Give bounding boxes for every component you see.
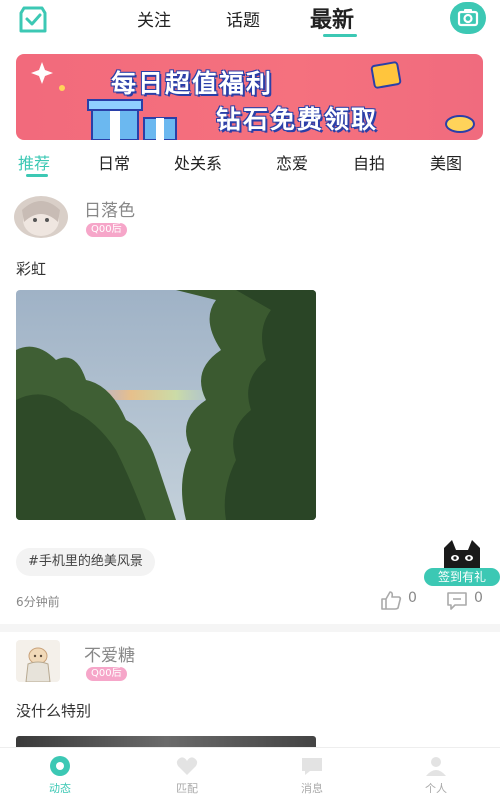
- camera-icon[interactable]: [450, 2, 486, 34]
- nav-profile[interactable]: 个人: [406, 748, 466, 800]
- profile-icon: [424, 754, 448, 778]
- tab-follow[interactable]: 关注: [137, 6, 171, 31]
- bottom-nav: 动态 匹配 消息 个人: [0, 748, 500, 800]
- category-pictures[interactable]: 美图: [430, 150, 462, 174]
- avatar[interactable]: [14, 196, 68, 238]
- post-image[interactable]: [16, 290, 316, 520]
- nav-label: 匹配: [176, 782, 198, 795]
- nav-match[interactable]: 匹配: [157, 748, 217, 800]
- nav-dynamic[interactable]: 动态: [30, 748, 90, 800]
- post-divider: [0, 624, 500, 632]
- tab-latest[interactable]: 最新: [310, 2, 354, 34]
- match-icon: [175, 754, 199, 778]
- post-text: 彩虹: [16, 260, 47, 278]
- comment-count: 0: [474, 590, 483, 606]
- nav-label: 动态: [49, 782, 71, 795]
- tab-active-indicator: [323, 34, 357, 37]
- category-relationships[interactable]: 处关系: [174, 150, 222, 174]
- top-nav: 关注 话题 最新: [0, 0, 500, 40]
- post-username[interactable]: 日落色: [84, 196, 135, 221]
- nav-messages[interactable]: 消息: [282, 748, 342, 800]
- tab-topics[interactable]: 话题: [226, 6, 260, 31]
- category-love[interactable]: 恋爱: [276, 150, 308, 174]
- dynamic-icon: [48, 754, 72, 778]
- banner-line2: 钻石免费领取: [216, 105, 379, 134]
- category-active-indicator: [26, 174, 48, 177]
- post-time: 6分钟前: [16, 595, 60, 609]
- category-recommend[interactable]: 推荐: [18, 150, 50, 174]
- category-daily[interactable]: 日常: [98, 150, 130, 174]
- age-badge: Q00后: [86, 223, 127, 237]
- category-selfie[interactable]: 自拍: [353, 150, 385, 174]
- message-icon: [300, 754, 324, 778]
- nav-label: 消息: [301, 782, 323, 795]
- check-bag-icon[interactable]: [16, 4, 50, 34]
- banner-line1: 每日超值福利: [111, 69, 274, 98]
- age-badge: Q00后: [86, 667, 127, 681]
- promo-banner[interactable]: 每日超值福利 钻石免费领取: [16, 54, 483, 140]
- signin-reward-button[interactable]: 签到有礼: [424, 568, 500, 586]
- post-text: 没什么特别: [16, 702, 92, 720]
- like-count: 0: [408, 590, 417, 606]
- comment-icon[interactable]: [446, 590, 468, 610]
- topic-tag[interactable]: #手机里的绝美风景: [16, 548, 155, 576]
- like-icon[interactable]: [380, 590, 402, 610]
- avatar[interactable]: [16, 640, 60, 682]
- post-username[interactable]: 不爱糖: [84, 641, 135, 666]
- nav-label: 个人: [425, 782, 447, 795]
